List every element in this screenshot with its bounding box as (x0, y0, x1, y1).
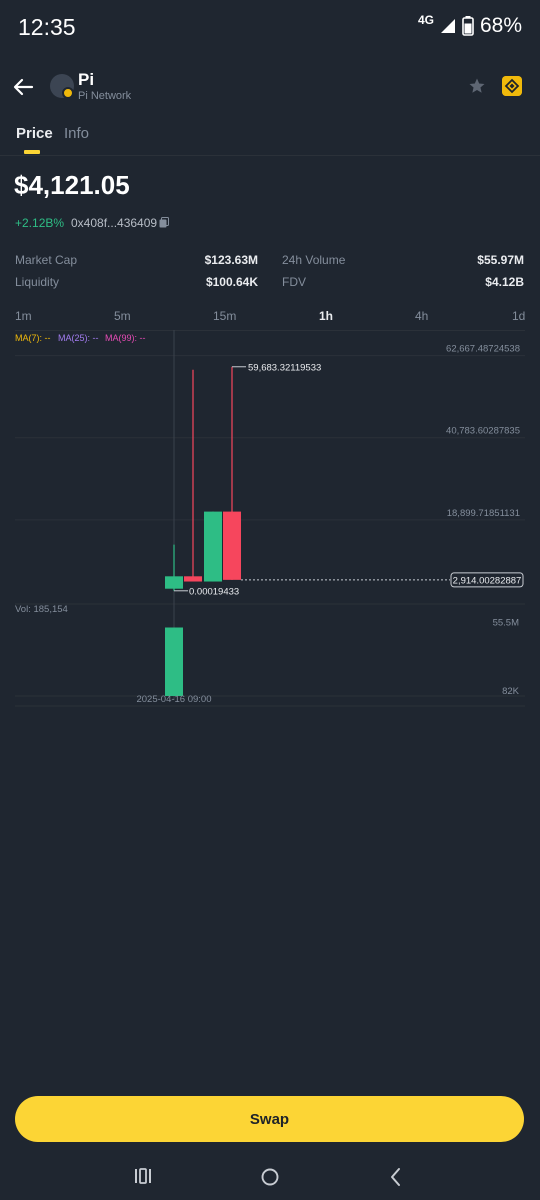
contract-address[interactable]: 0x408f...436409 (71, 216, 157, 230)
price-tick-label: 40,783.60287835 (446, 426, 520, 437)
volume-value: $55.97M (477, 253, 524, 267)
interval-15m[interactable]: 15m (213, 309, 236, 323)
back-arrow-icon[interactable] (12, 76, 34, 98)
copy-icon[interactable] (159, 217, 169, 228)
home-icon[interactable] (260, 1167, 280, 1187)
price-chart[interactable]: 62,667.48724538 40,783.60287835 18,899.718… (0, 330, 540, 710)
bnb-chain-icon[interactable] (502, 76, 522, 96)
token-price: $4,121.05 (14, 170, 130, 200)
market-cap-value: $123.63M (204, 253, 258, 267)
price-change: +2.12B% (15, 216, 65, 230)
battery-percent: 68% (479, 14, 522, 37)
favorite-star-icon[interactable] (468, 77, 486, 95)
market-cap-label: Market Cap (15, 253, 78, 267)
tab-active-indicator (24, 150, 40, 154)
interval-1m[interactable]: 1m (15, 309, 32, 323)
x-axis-label: 2025-04-16 09:00 (136, 694, 211, 705)
signal-icon (440, 19, 455, 33)
interval-1h[interactable]: 1h (319, 309, 333, 323)
candle-body (184, 576, 202, 582)
low-price-label: 0.00019433 (189, 586, 239, 597)
liquidity-value: $100.64K (205, 275, 258, 289)
swap-button[interactable]: Swap (15, 1096, 524, 1142)
tab-info[interactable]: Info (64, 125, 89, 142)
high-price-label: 59,683.32119533 (248, 362, 321, 373)
token-network: Pi Network (78, 90, 132, 102)
candle-body (204, 511, 222, 582)
chain-badge-icon (62, 87, 74, 99)
volume-label: 24h Volume (282, 253, 346, 267)
liquidity-label: Liquidity (15, 275, 60, 289)
battery-icon (462, 16, 474, 36)
token-name: Pi (78, 70, 95, 89)
interval-1d[interactable]: 1d (512, 309, 525, 323)
interval-4h[interactable]: 4h (415, 309, 428, 323)
nav-back-icon[interactable] (388, 1167, 404, 1187)
recent-apps-icon[interactable] (134, 1167, 152, 1185)
tab-price[interactable]: Price (16, 125, 53, 142)
candle-body (165, 576, 183, 589)
volume-label: Vol: 185,154 (15, 604, 68, 615)
volume-tick-label: 55.5M (493, 618, 519, 629)
volume-tick-label: 82K (502, 686, 520, 697)
fdv-label: FDV (282, 275, 306, 289)
interval-5m[interactable]: 5m (114, 309, 131, 323)
price-tick-label: 62,667.48724538 (446, 344, 520, 355)
chart-labels: 62,667.48724538 40,783.60287835 18,899.718… (15, 344, 524, 705)
status-time: 12:35 (18, 14, 76, 40)
fdv-value: $4.12B (485, 275, 524, 289)
candle-body (223, 511, 241, 580)
volume-bar (165, 627, 183, 696)
candlestick-series (165, 366, 241, 591)
price-tick-label: 18,899.71851131 (447, 508, 520, 519)
volume-series (165, 627, 183, 696)
network-type: 4G (417, 13, 434, 27)
status-icons: 4G 68% (417, 13, 522, 38)
last-price-label: 2,914.00282887 (453, 575, 522, 586)
